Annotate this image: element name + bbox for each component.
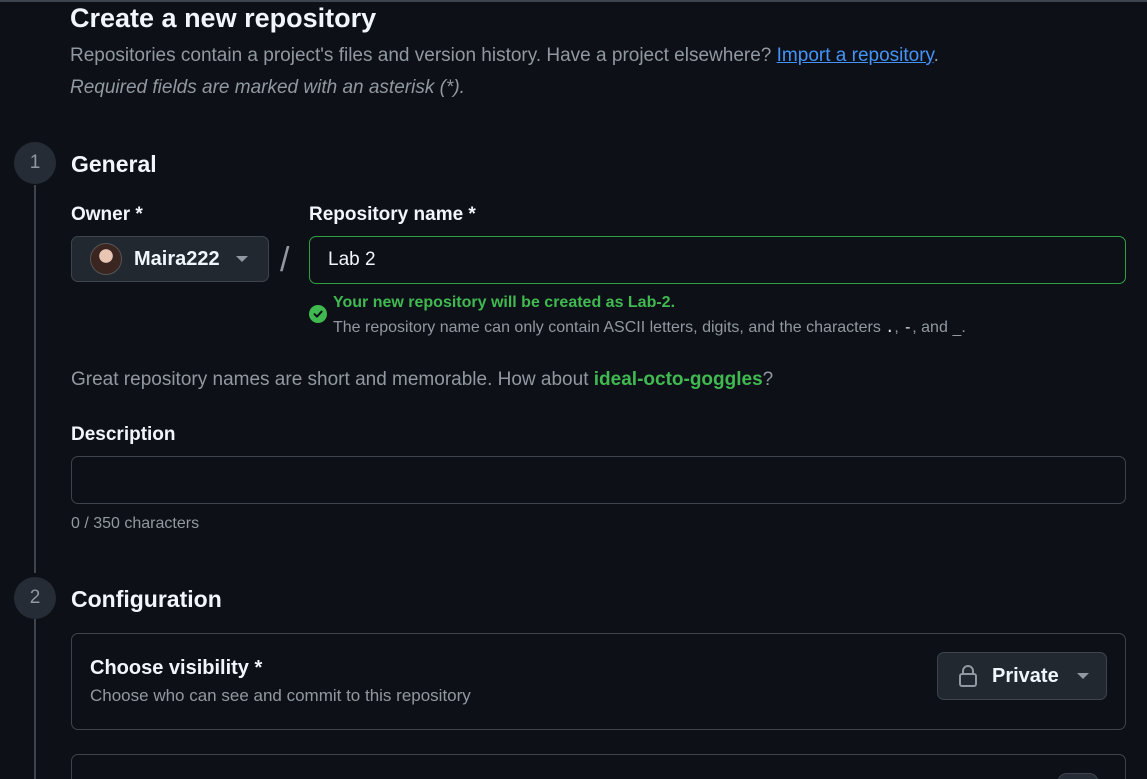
hint-char-dot: . xyxy=(885,318,895,336)
owner-name: Maira222 xyxy=(134,247,220,270)
repository-name-success-message: Your new repository will be created as L… xyxy=(333,294,676,311)
owner-label: Owner * xyxy=(71,204,143,225)
next-config-card xyxy=(71,754,1126,779)
repository-name-label: Repository name * xyxy=(309,204,476,225)
check-circle-icon xyxy=(309,305,327,323)
hint-sep: , xyxy=(894,319,899,336)
visibility-value: Private xyxy=(992,664,1059,687)
create-repository-page: Create a new repository Repositories con… xyxy=(0,0,1147,779)
section-title-general: General xyxy=(71,151,157,177)
visibility-select[interactable]: Private xyxy=(937,652,1107,700)
suggestion-end: ? xyxy=(762,369,774,390)
suggestion-text: Great repository names are short and mem… xyxy=(71,369,589,390)
hint-end: . xyxy=(961,319,966,336)
hint-char-underscore: _ xyxy=(952,318,962,336)
hint-text: The repository name can only contain ASC… xyxy=(333,319,881,336)
visibility-title: Choose visibility * xyxy=(90,657,263,679)
page-subtitle: Repositories contain a project's files a… xyxy=(70,42,939,70)
repository-name-input[interactable] xyxy=(309,236,1126,284)
step-1-marker: 1 xyxy=(14,142,56,184)
description-input[interactable] xyxy=(71,456,1126,504)
suggested-name-link[interactable]: ideal-octo-goggles xyxy=(594,369,763,390)
hint-sep-and: , and xyxy=(912,319,948,336)
page-title: Create a new repository xyxy=(70,3,377,33)
avatar xyxy=(90,243,122,275)
hint-char-dash: - xyxy=(903,318,913,336)
section-title-configuration: Configuration xyxy=(71,586,222,612)
step-connector-line-2 xyxy=(34,619,36,779)
required-fields-note: Required fields are marked with an aster… xyxy=(70,77,465,98)
description-label: Description xyxy=(71,424,176,445)
owner-select[interactable]: Maira222 xyxy=(71,236,269,282)
step-connector-line xyxy=(34,185,36,573)
visibility-card: Choose visibility * Choose who can see a… xyxy=(71,633,1126,730)
name-suggestion: Great repository names are short and mem… xyxy=(71,366,773,394)
toggle-switch[interactable] xyxy=(1057,773,1099,779)
owner-repo-separator: / xyxy=(280,241,290,279)
step-2-marker: 2 xyxy=(14,577,56,619)
description-char-count: 0 / 350 characters xyxy=(71,515,200,532)
subtitle-end: . xyxy=(933,45,939,66)
chevron-down-icon xyxy=(235,256,248,262)
chevron-down-icon xyxy=(1076,673,1089,679)
subtitle-text: Repositories contain a project's files a… xyxy=(70,45,772,66)
visibility-description: Choose who can see and commit to this re… xyxy=(90,686,471,705)
import-repository-link[interactable]: Import a repository xyxy=(777,45,934,66)
repository-name-hint: The repository name can only contain ASC… xyxy=(333,316,966,339)
lock-icon xyxy=(959,665,977,687)
